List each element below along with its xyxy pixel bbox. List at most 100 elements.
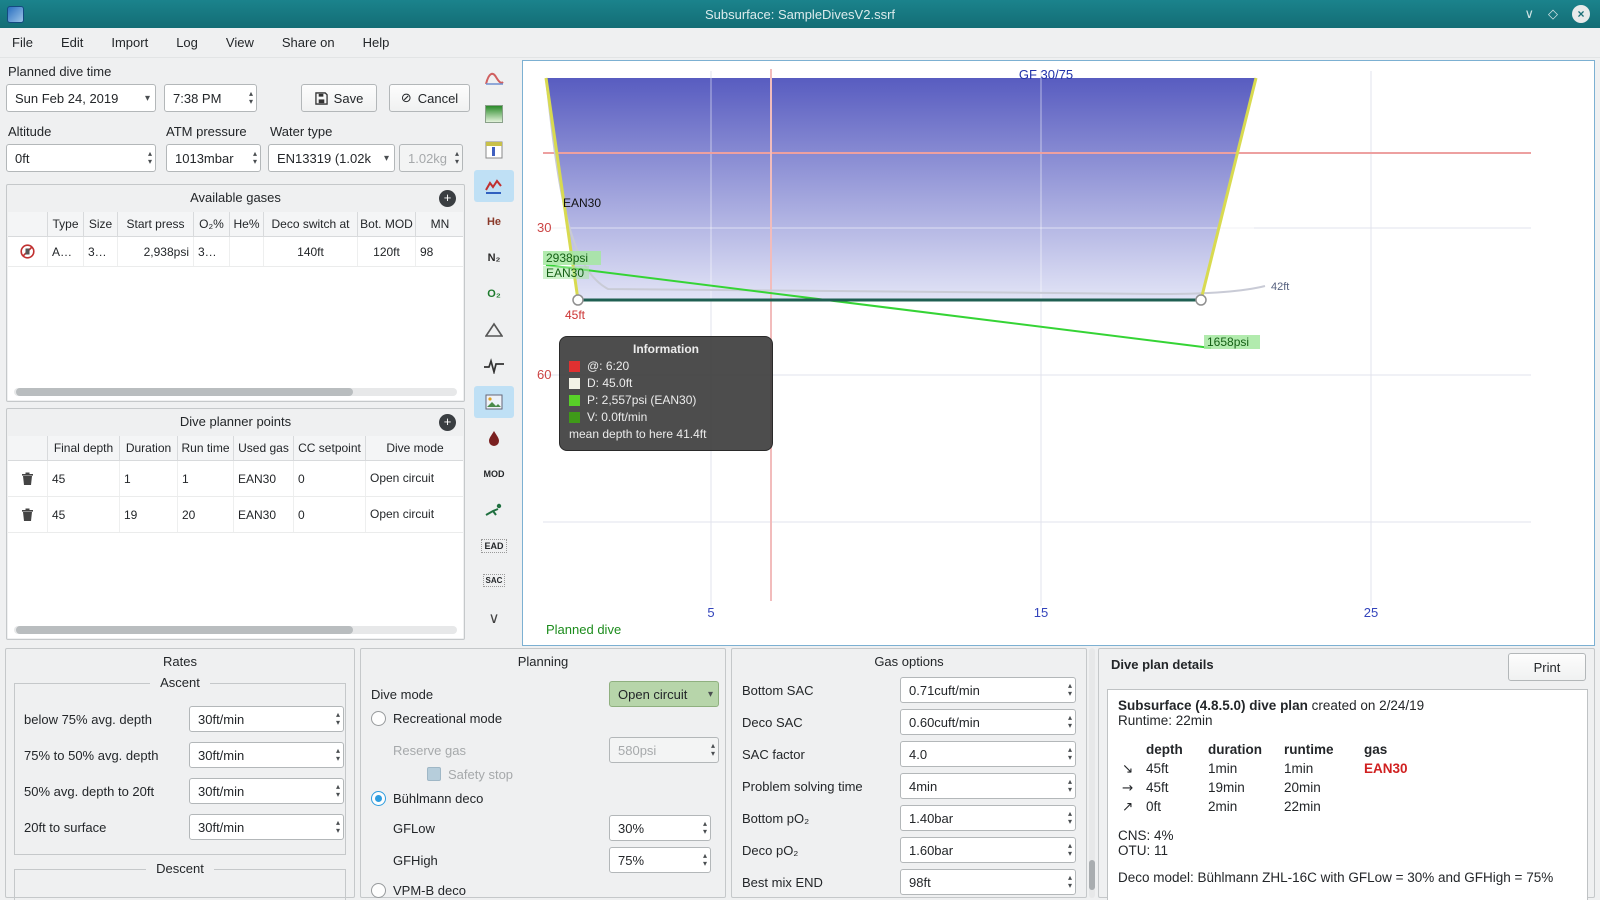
ead-icon[interactable]: EAD [474, 530, 514, 562]
toolbar-scroll-down-icon[interactable]: ∨ [474, 602, 514, 634]
mod-icon[interactable]: MOD [474, 458, 514, 490]
bottom-sac-spinner[interactable]: 0.71cuft/min ▴ ▾ [900, 677, 1076, 703]
altitude-spinner[interactable]: 0ft ▴ ▾ [6, 144, 156, 172]
gases-header-type[interactable]: Type [48, 212, 84, 236]
menu-import[interactable]: Import [111, 35, 148, 50]
spinner-arrows-icon[interactable]: ▴ ▾ [253, 145, 257, 171]
gases-header-mnd[interactable]: MN [416, 212, 463, 236]
gases-header-start-press[interactable]: Start press [118, 212, 194, 236]
gas-start-press[interactable]: 2,938psi [118, 237, 194, 266]
menu-edit[interactable]: Edit [61, 35, 83, 50]
point-depth[interactable]: 45 [48, 461, 120, 496]
gases-header-deco-switch[interactable]: Deco switch at [264, 212, 358, 236]
gas-size[interactable]: 3… [84, 237, 118, 266]
close-icon[interactable]: × [1572, 5, 1590, 23]
atm-pressure-spinner[interactable]: 1013mbar ▴ ▾ [166, 144, 261, 172]
delete-gas-icon[interactable] [20, 244, 35, 259]
deco-sac-spinner[interactable]: 0.60cuft/min ▴ ▾ [900, 709, 1076, 735]
point-setpoint[interactable]: 0 [294, 461, 366, 496]
spinner-arrows-icon[interactable]: ▴ ▾ [336, 779, 340, 803]
points-header-depth[interactable]: Final depth [48, 436, 120, 460]
ascent-rate-spinner-75[interactable]: 30ft/min ▴ ▾ [189, 706, 344, 732]
delete-point-icon[interactable] [21, 472, 34, 486]
menu-log[interactable]: Log [176, 35, 198, 50]
photos-icon[interactable] [474, 386, 514, 418]
gases-header-size[interactable]: Size [84, 212, 118, 236]
point-setpoint[interactable]: 0 [294, 497, 366, 532]
menu-share-on[interactable]: Share on [282, 35, 335, 50]
menu-view[interactable]: View [226, 35, 254, 50]
add-gas-button[interactable]: + [439, 190, 456, 207]
cancel-button[interactable]: ⊘ Cancel [389, 84, 470, 112]
n2-graph-icon[interactable]: N₂ [474, 242, 514, 274]
menu-file[interactable]: File [12, 35, 33, 50]
point-duration[interactable]: 19 [120, 497, 178, 532]
radio-icon[interactable] [371, 883, 386, 898]
spinner-arrows-icon[interactable]: ▴ ▾ [1068, 710, 1072, 734]
gas-o2[interactable]: 3… [194, 237, 230, 266]
best-mix-end-spinner[interactable]: 98ft ▴ ▾ [900, 869, 1076, 895]
points-header-mode[interactable]: Dive mode [366, 436, 463, 460]
spinner-arrows-icon[interactable]: ▴ ▾ [1068, 774, 1072, 798]
dive-date-combo[interactable]: Sun Feb 24, 2019 ▾ [6, 84, 156, 112]
spinner-arrows-icon[interactable]: ▴ ▾ [1068, 742, 1072, 766]
gas-mnd[interactable]: 98 [416, 237, 463, 266]
point-gas[interactable]: EAN30 [234, 497, 294, 532]
ascent-rate-spinner-50[interactable]: 30ft/min ▴ ▾ [189, 742, 344, 768]
menu-help[interactable]: Help [363, 35, 390, 50]
sac-factor-spinner[interactable]: 4.0 ▴ ▾ [900, 741, 1076, 767]
ascent-rate-spinner-surface[interactable]: 30ft/min ▴ ▾ [189, 814, 344, 840]
gases-hscrollbar[interactable] [14, 388, 457, 396]
point-row[interactable]: 45 19 20 EAN30 0 Open circuit [8, 497, 463, 533]
diver-icon[interactable] [474, 494, 514, 526]
incident-icon[interactable] [474, 314, 514, 346]
spinner-arrows-icon[interactable]: ▴ ▾ [1068, 870, 1072, 894]
gases-header-he[interactable]: He% [230, 212, 264, 236]
buhlmann-deco-radio[interactable]: Bühlmann deco [371, 791, 483, 806]
points-header-runtime[interactable]: Run time [178, 436, 234, 460]
sac-coloring-icon[interactable] [474, 62, 514, 94]
gas-deco-switch[interactable]: 140ft [264, 237, 358, 266]
water-type-combo[interactable]: EN13319 (1.02k ▾ [268, 144, 395, 172]
point-mode[interactable]: Open circuit [366, 461, 463, 496]
point-row[interactable]: 45 1 1 EAN30 0 Open circuit [8, 461, 463, 497]
points-header-duration[interactable]: Duration [120, 436, 178, 460]
point-mode[interactable]: Open circuit [366, 497, 463, 532]
spinner-arrows-icon[interactable]: ▴ ▾ [336, 707, 340, 731]
titlebar[interactable]: Subsurface: SampleDivesV2.ssrf ∨ ◇ × [0, 0, 1600, 28]
spinner-arrows-icon[interactable]: ▴ ▾ [1068, 838, 1072, 862]
spinner-arrows-icon[interactable]: ▴ ▾ [1068, 806, 1072, 830]
recreational-mode-radio[interactable]: Recreational mode [371, 711, 502, 726]
spinner-arrows-icon[interactable]: ▴ ▾ [249, 85, 253, 111]
deco-po2-spinner[interactable]: 1.60bar ▴ ▾ [900, 837, 1076, 863]
delete-point-icon[interactable] [21, 508, 34, 522]
gas-row[interactable]: A… 3… 2,938psi 3… 140ft 120ft 98 [8, 237, 463, 267]
sac-icon[interactable]: SAC [474, 564, 514, 596]
save-button[interactable]: Save [301, 84, 377, 112]
ascent-rate-spinner-20ft[interactable]: 30ft/min ▴ ▾ [189, 778, 344, 804]
gas-he[interactable] [230, 237, 264, 266]
vpmb-deco-radio[interactable]: VPM-B deco [371, 883, 466, 898]
points-hscrollbar[interactable] [14, 626, 457, 634]
point-gas[interactable]: EAN30 [234, 461, 294, 496]
gases-header-o2[interactable]: O₂% [194, 212, 230, 236]
he-graph-icon[interactable]: He [474, 206, 514, 238]
gas-bot-mod[interactable]: 120ft [358, 237, 416, 266]
tissues-icon[interactable] [474, 422, 514, 454]
dive-plan-notes[interactable]: Subsurface (4.8.5.0) dive plan created o… [1107, 689, 1588, 900]
waypoint-handle[interactable] [1195, 294, 1207, 306]
dive-time-spinner[interactable]: 7:38 PM ▴ ▾ [164, 84, 257, 112]
spinner-arrows-icon[interactable]: ▴ ▾ [1068, 678, 1072, 702]
spinner-arrows-icon[interactable]: ▴ ▾ [703, 816, 707, 840]
minimize-icon[interactable]: ∨ [1524, 5, 1534, 23]
points-header-gas[interactable]: Used gas [234, 436, 294, 460]
dive-profile-chart[interactable]: GF 30/75 30 60 5 15 25 EAN30 2938psi EAN… [522, 60, 1595, 646]
gas-type[interactable]: A… [48, 237, 84, 266]
dive-mode-combo[interactable]: Open circuit ▾ [609, 681, 719, 707]
heartrate-icon[interactable] [474, 350, 514, 382]
print-button[interactable]: Print [1508, 653, 1586, 681]
ceiling-icon[interactable] [474, 134, 514, 166]
spinner-arrows-icon[interactable]: ▴ ▾ [703, 848, 707, 872]
bottom-vscrollbar[interactable] [1089, 648, 1095, 898]
radio-icon[interactable] [371, 711, 386, 726]
